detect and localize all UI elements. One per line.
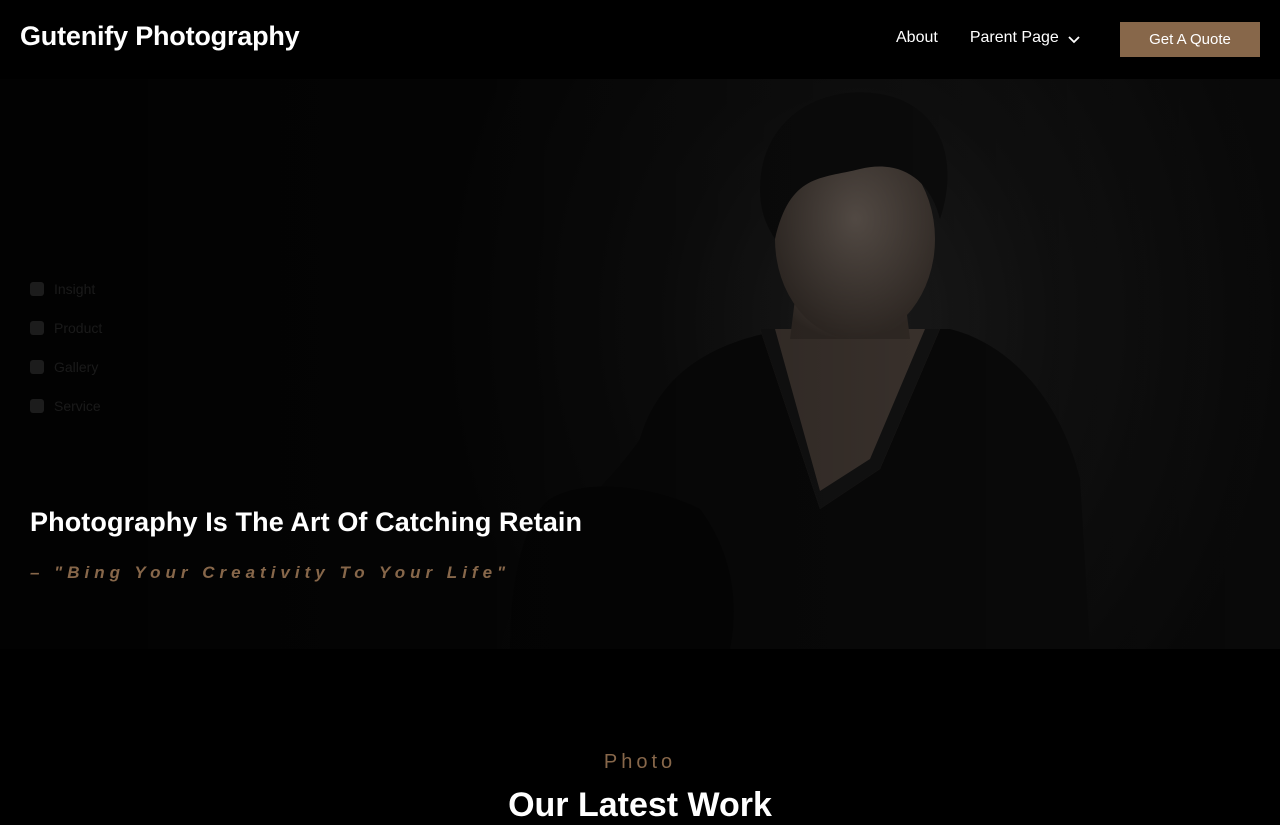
nav-about[interactable]: About bbox=[896, 29, 938, 47]
hero-side-menu: Insight Product Gallery Service bbox=[30, 269, 102, 425]
site-brand[interactable]: Gutenify Photography bbox=[20, 21, 300, 52]
product-icon bbox=[30, 320, 44, 335]
side-link-gallery[interactable]: Gallery bbox=[30, 347, 102, 386]
side-link-insight[interactable]: Insight bbox=[30, 269, 102, 308]
hero-title: Photography Is The Art Of Catching Retai… bbox=[30, 507, 583, 537]
service-icon bbox=[30, 398, 44, 413]
hero-section: Insight Product Gallery Service Photogra… bbox=[0, 79, 1280, 649]
hero-quote: – "Bing Your Creativity To Your Life" bbox=[30, 563, 511, 582]
side-link-product[interactable]: Product bbox=[30, 308, 102, 347]
section-title: Our Latest Work bbox=[508, 786, 772, 824]
section-label: Photo bbox=[603, 751, 677, 773]
chevron-down-icon bbox=[1068, 35, 1080, 43]
side-link-service[interactable]: Service bbox=[30, 386, 102, 425]
main-nav: About Parent Page bbox=[896, 29, 1082, 47]
get-a-quote-button[interactable]: Get A Quote bbox=[1120, 22, 1260, 57]
gallery-icon bbox=[30, 359, 44, 374]
site-header: Gutenify Photography About Parent Page G… bbox=[0, 0, 1280, 79]
nav-parent-page[interactable]: Parent Page bbox=[970, 29, 1082, 47]
nav-parent-page-label: Parent Page bbox=[969, 29, 1059, 46]
insight-icon bbox=[30, 281, 44, 296]
